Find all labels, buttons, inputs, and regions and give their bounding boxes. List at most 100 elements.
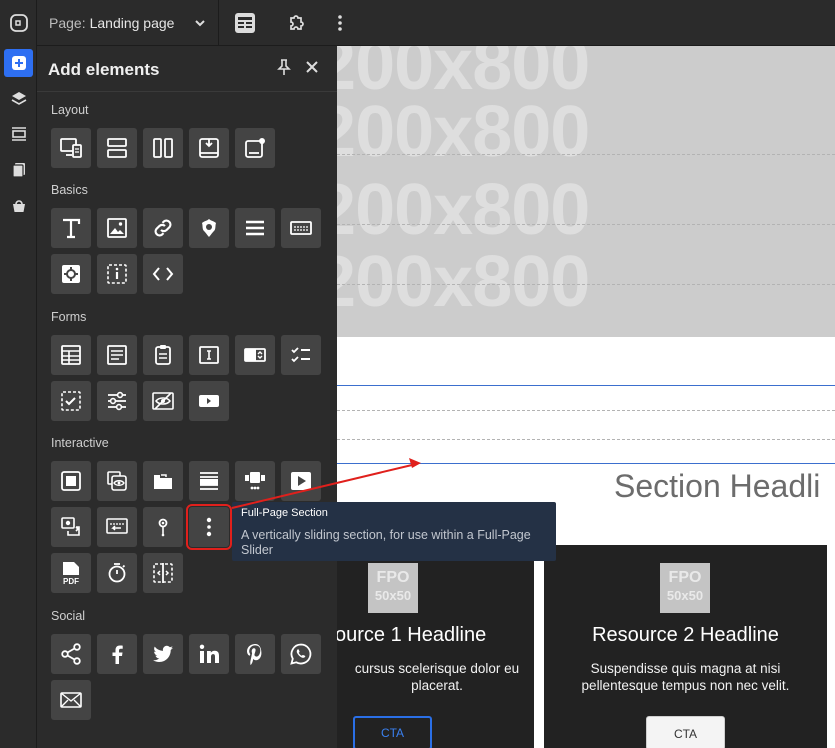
- cta-button[interactable]: CTA: [353, 716, 432, 748]
- card-headline: Resource 2 Headline: [592, 624, 779, 646]
- cta-button[interactable]: CTA: [646, 716, 725, 748]
- section-guide: [337, 154, 835, 155]
- placeholder-text: 1200x800: [337, 92, 590, 172]
- tabs-icon[interactable]: [143, 461, 183, 501]
- element-tooltip: Full-Page Section A vertically sliding s…: [232, 502, 556, 561]
- section-label-interactive: Interactive: [51, 436, 109, 450]
- section-guide: [337, 439, 835, 440]
- icon-element-icon[interactable]: [189, 208, 229, 248]
- submit-button-icon[interactable]: [189, 381, 229, 421]
- video-icon[interactable]: [281, 461, 321, 501]
- info-block-icon[interactable]: [97, 254, 137, 294]
- resource-card-1[interactable]: FPO 50x50 ource 1 Headline cursus sceler…: [337, 545, 534, 748]
- drop-target-line: [337, 385, 835, 386]
- placeholder-text: 1200x800: [337, 242, 590, 322]
- full-page-section-icon[interactable]: [186, 504, 232, 550]
- fpo-size: 50x50: [666, 588, 704, 603]
- button-icon[interactable]: [281, 208, 321, 248]
- placeholder-text: 1200x800: [337, 170, 590, 250]
- page-settings-icon[interactable]: [233, 11, 257, 35]
- popup-icon[interactable]: [235, 128, 275, 168]
- slide-in-icon[interactable]: [51, 507, 91, 547]
- link-icon[interactable]: [143, 208, 183, 248]
- layers-icon[interactable]: [0, 83, 37, 115]
- text-icon[interactable]: [51, 208, 91, 248]
- pin-icon[interactable]: [275, 58, 293, 81]
- email-icon[interactable]: [51, 680, 91, 720]
- rows-icon[interactable]: [97, 128, 137, 168]
- tooltip-description: A vertically sliding section, for use wi…: [241, 528, 531, 557]
- pinterest-icon[interactable]: [235, 634, 275, 674]
- timer-icon[interactable]: [97, 553, 137, 593]
- checkbox-icon[interactable]: [51, 381, 91, 421]
- close-icon[interactable]: [303, 58, 321, 81]
- left-rail: [0, 0, 37, 748]
- section-label-layout: Layout: [51, 103, 89, 117]
- page-selector-label: Page:: [49, 15, 86, 31]
- lightbox-icon[interactable]: [51, 461, 91, 501]
- sections-icon[interactable]: [0, 118, 37, 150]
- divider-icon[interactable]: [235, 208, 275, 248]
- section-label-social: Social: [51, 609, 86, 623]
- responsive-icon[interactable]: [51, 128, 91, 168]
- fpo-text: FPO: [668, 569, 702, 586]
- section-headline[interactable]: Section Headli: [614, 468, 820, 505]
- form-fields-icon[interactable]: [97, 335, 137, 375]
- slider-icon[interactable]: [97, 507, 137, 547]
- code-icon[interactable]: [143, 254, 183, 294]
- section-label-forms: Forms: [51, 310, 87, 324]
- text-field-icon[interactable]: [189, 335, 229, 375]
- add-elements-panel: Add elements Layout Basics Forms Interac…: [37, 46, 337, 748]
- twitter-icon[interactable]: [143, 634, 183, 674]
- clipboard-icon[interactable]: [143, 335, 183, 375]
- tooltip-title: Full-Page Section: [241, 507, 328, 519]
- facebook-icon[interactable]: [97, 634, 137, 674]
- sliders-icon[interactable]: [97, 381, 137, 421]
- more-options-icon[interactable]: [328, 11, 352, 35]
- page-selector-value: Landing page: [89, 15, 175, 31]
- plugin-icon[interactable]: [284, 11, 308, 35]
- panel-title: Add elements: [48, 60, 160, 79]
- page-canvas[interactable]: 1200x800 1200x800 1200x800 1200x800 Sect…: [337, 46, 835, 748]
- card-headline: ource 1 Headline: [337, 624, 487, 646]
- store-icon[interactable]: [0, 190, 37, 222]
- checklist-icon[interactable]: [281, 335, 321, 375]
- form-icon[interactable]: [51, 335, 91, 375]
- section-guide: [337, 410, 835, 411]
- image-icon[interactable]: [97, 208, 137, 248]
- hotspot-icon[interactable]: [143, 507, 183, 547]
- preview-icon[interactable]: [97, 461, 137, 501]
- fpo-text: FPO: [376, 569, 410, 586]
- add-elements-icon[interactable]: [4, 49, 33, 77]
- share-icon[interactable]: [51, 634, 91, 674]
- pdf-icon[interactable]: PDF: [51, 553, 91, 593]
- section-label-basics: Basics: [51, 183, 88, 197]
- section-guide: [337, 224, 835, 225]
- resource-card-2[interactable]: FPO 50x50 Resource 2 Headline Suspendiss…: [544, 545, 827, 748]
- chevron-down-icon: [194, 16, 206, 32]
- section-guide: [337, 284, 835, 285]
- card-body: cursus scelerisque dolor eu placerat.: [354, 661, 520, 693]
- widget-icon[interactable]: [51, 254, 91, 294]
- section-icon[interactable]: [189, 128, 229, 168]
- linkedin-icon[interactable]: [189, 634, 229, 674]
- fpo-placeholder: FPO 50x50: [660, 563, 710, 613]
- carousel-icon[interactable]: [235, 461, 275, 501]
- columns-icon[interactable]: [143, 128, 183, 168]
- fpo-size: 50x50: [374, 588, 412, 603]
- hero-placeholder-image[interactable]: 1200x800 1200x800 1200x800 1200x800: [337, 46, 835, 337]
- whatsapp-icon[interactable]: [281, 634, 321, 674]
- svg-text:PDF: PDF: [63, 577, 79, 586]
- top-bar: Page: Landing page: [37, 0, 835, 46]
- pages-icon[interactable]: [0, 154, 37, 186]
- before-after-icon[interactable]: [143, 553, 183, 593]
- drop-target-line: [337, 463, 835, 464]
- panel-header: Add elements: [37, 46, 337, 92]
- fpo-placeholder: FPO 50x50: [368, 563, 418, 613]
- page-selector[interactable]: Page: Landing page: [37, 0, 219, 46]
- app-logo-icon[interactable]: [0, 7, 37, 39]
- dropdown-field-icon[interactable]: [235, 335, 275, 375]
- accordion-icon[interactable]: [189, 461, 229, 501]
- hidden-field-icon[interactable]: [143, 381, 183, 421]
- app-window: Page: Landing page Add elements Layout B…: [0, 0, 835, 748]
